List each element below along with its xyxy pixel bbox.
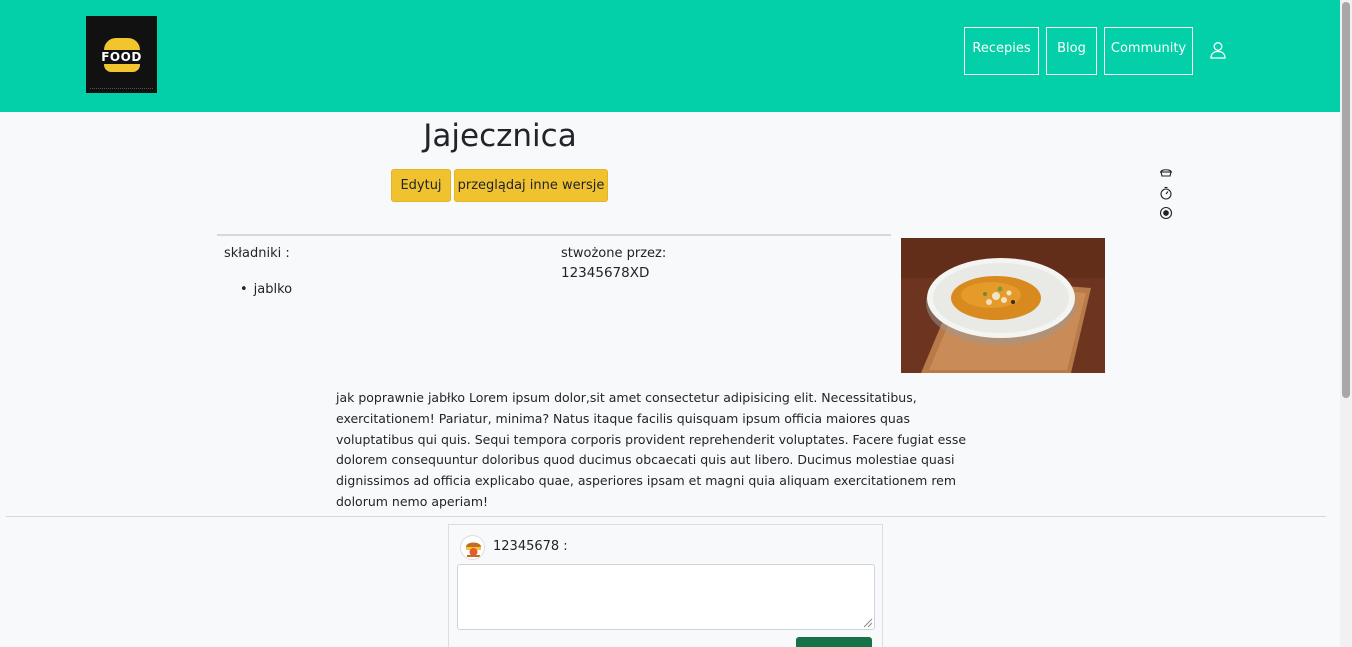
versions-button[interactable]: przeglądaj inne wersje [454,169,608,202]
pot-icon[interactable] [1159,166,1173,180]
nav-community-link[interactable]: Community [1104,27,1193,75]
timer-icon[interactable] [1159,186,1173,200]
logo[interactable]: FOOD [86,16,157,93]
created-by-label: stwożone przez: [561,246,667,261]
author-name: 12345678XD [561,265,650,281]
recipe-title: Jajecznica [423,118,577,154]
ingredient-item: jablko [240,282,292,297]
edit-button[interactable]: Edytuj [391,169,451,202]
navbar: FOOD Recepies Blog Community [0,0,1340,112]
recipe-description: jak poprawnie jabłko Lorem ipsum dolor,s… [336,390,967,509]
user-icon[interactable] [1209,41,1227,59]
submit-comment-button[interactable] [796,637,872,647]
recipe-image [901,238,1105,373]
ingredients-label: składniki : [224,246,290,261]
resize-handle-icon[interactable] [862,617,873,628]
logo-footer-decoration [90,88,153,90]
side-icons [1159,166,1173,226]
ingredients-list: jablko [240,282,292,297]
nav-recipes-link[interactable]: Recepies [964,27,1039,75]
eye-icon[interactable] [1159,206,1173,220]
scrollbar[interactable] [1340,0,1352,647]
comments-divider [6,516,1326,517]
scrollbar-thumb[interactable] [1342,2,1350,398]
comment-input[interactable] [457,564,875,630]
nav-blog-link[interactable]: Blog [1046,27,1097,75]
comment-username: 12345678 : [493,539,568,554]
logo-text: FOOD [101,49,142,64]
section-divider [217,234,891,236]
avatar [460,535,485,560]
